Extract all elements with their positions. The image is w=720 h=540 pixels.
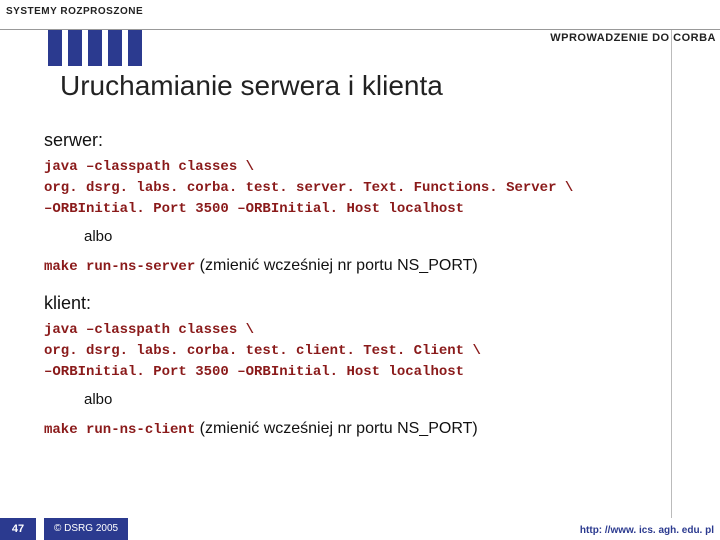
client-code-line: –ORBInitial. Port 3500 –ORBInitial. Host… xyxy=(44,363,664,382)
footer: 47 © DSRG 2005 http: //www. ics. agh. ed… xyxy=(0,518,720,540)
client-albo: albo xyxy=(84,390,664,410)
slide: SYSTEMY ROZPROSZONE WPROWADZENIE DO CORB… xyxy=(0,0,720,540)
header-right: WPROWADZENIE DO CORBA xyxy=(550,32,716,44)
server-code-line: –ORBInitial. Port 3500 –ORBInitial. Host… xyxy=(44,200,664,219)
client-code-line: java –classpath classes \ xyxy=(44,321,664,340)
right-divider xyxy=(671,30,672,518)
server-make-line: make run-ns-server (zmienić wcześniej nr… xyxy=(44,255,664,277)
server-albo: albo xyxy=(84,227,664,247)
client-make-line: make run-ns-client (zmienić wcześniej nr… xyxy=(44,418,664,440)
client-make-cmd: make run-ns-client xyxy=(44,422,195,438)
server-code-line: org. dsrg. labs. corba. test. server. Te… xyxy=(44,179,664,198)
decorative-stripes xyxy=(48,30,148,66)
server-make-cmd: make run-ns-server xyxy=(44,259,195,275)
header-left: SYSTEMY ROZPROSZONE xyxy=(6,6,143,17)
content-area: serwer: java –classpath classes \ org. d… xyxy=(44,120,664,454)
server-code-line: java –classpath classes \ xyxy=(44,158,664,177)
footer-url: http: //www. ics. agh. edu. pl xyxy=(580,525,714,536)
top-bar: SYSTEMY ROZPROSZONE xyxy=(0,0,720,30)
server-make-note: (zmienić wcześniej nr portu NS_PORT) xyxy=(195,257,477,274)
client-label: klient: xyxy=(44,291,664,315)
copyright: © DSRG 2005 xyxy=(44,518,128,540)
client-make-note: (zmienić wcześniej nr portu NS_PORT) xyxy=(195,420,477,437)
slide-title: Uruchamianie serwera i klienta xyxy=(60,70,443,102)
server-label: serwer: xyxy=(44,128,664,152)
page-number: 47 xyxy=(0,518,36,540)
client-code-line: org. dsrg. labs. corba. test. client. Te… xyxy=(44,342,664,361)
